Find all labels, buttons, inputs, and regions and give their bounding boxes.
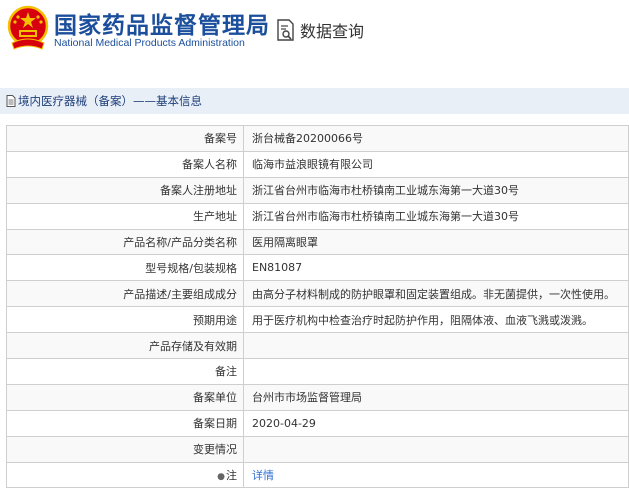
row-label-production-address: 生产地址 [6,202,244,230]
record-info-table: 备案号 浙台械备20200066号 备案人名称 临海市益浪眼镜有限公司 备案人注… [6,125,629,489]
table-row: 产品名称/产品分类名称 医用隔离眼罩 [6,228,629,256]
table-row: 产品描述/主要组成成分 由高分子材料制成的防护眼罩和固定装置组成。非无菌提供，一… [6,280,629,308]
table-row: 备案号 浙台械备20200066号 [6,125,629,152]
data-search-icon [277,19,294,41]
table-row: 备案单位 台州市市场监督管理局 [6,383,629,411]
row-label-storage-validity: 产品存储及有效期 [6,332,244,360]
note-label: 注 [226,469,237,483]
table-row: 预期用途 用于医疗机构中检查治疗时起防护作用，阻隔体液、血液飞溅或泼溅。 [6,306,629,334]
row-value-model-spec: EN81087 [243,254,629,282]
site-header: 国家药品监督管理局 National Medical Products Admi… [0,0,629,62]
table-row: 备案日期 2020-04-29 [6,409,629,437]
details-link[interactable]: 详情 [252,469,274,482]
row-label-record-date: 备案日期 [6,409,244,437]
table-row: ●注 详情 [6,461,629,489]
row-value-record-date: 2020-04-29 [243,409,629,437]
table-row: 备案人注册地址 浙江省台州市临海市杜桥镇南工业城东海第一大道30号 [6,176,629,204]
row-label-product-name: 产品名称/产品分类名称 [6,228,244,256]
data-query-label: 数据查询 [300,22,365,41]
row-label-change-history: 变更情况 [6,435,244,463]
row-value-product-name: 医用隔离眼罩 [243,228,629,256]
row-label-registrant-name: 备案人名称 [6,150,244,178]
table-row: 型号规格/包装规格 EN81087 [6,254,629,282]
row-label-model-spec: 型号规格/包装规格 [6,254,244,282]
breadcrumb-text: 境内医疗器械（备案）——基本信息 [18,94,202,108]
row-value-intended-use: 用于医疗机构中检查治疗时起防护作用，阻隔体液、血液飞溅或泼溅。 [243,306,629,334]
national-emblem-icon [7,5,49,50]
row-value-record-number: 浙台械备20200066号 [243,125,629,152]
row-value-change-history [243,435,629,463]
row-label-intended-use: 预期用途 [6,306,244,334]
row-value-storage-validity [243,332,629,360]
row-label-registrant-address: 备案人注册地址 [6,176,244,204]
row-label-note: ●注 [6,461,244,489]
table-row: 产品存储及有效期 [6,332,629,360]
row-value-registrant-address: 浙江省台州市临海市杜桥镇南工业城东海第一大道30号 [243,176,629,204]
row-label-record-unit: 备案单位 [6,383,244,411]
site-title-english: National Medical Products Administration [54,37,245,49]
row-value-remarks [243,358,629,385]
pin-icon: ● [217,472,225,483]
row-value-registrant-name: 临海市益浪眼镜有限公司 [243,150,629,178]
document-icon [6,95,16,107]
row-label-record-number: 备案号 [6,125,244,152]
data-query-link[interactable]: 数据查询 [276,18,364,42]
table-row: 生产地址 浙江省台州市临海市杜桥镇南工业城东海第一大道30号 [6,202,629,230]
row-label-product-description: 产品描述/主要组成成分 [6,280,244,308]
site-title: 国家药品监督管理局 [54,13,270,39]
row-value-production-address: 浙江省台州市临海市杜桥镇南工业城东海第一大道30号 [243,202,629,230]
row-value-note: 详情 [243,461,629,489]
table-row: 备注 [6,358,629,385]
table-row: 备案人名称 临海市益浪眼镜有限公司 [6,150,629,178]
row-value-record-unit: 台州市市场监督管理局 [243,383,629,411]
row-value-product-description: 由高分子材料制成的防护眼罩和固定装置组成。非无菌提供，一次性使用。 [243,280,629,308]
row-label-remarks: 备注 [6,358,244,385]
breadcrumb: 境内医疗器械（备案）——基本信息 [0,88,629,114]
table-row: 变更情况 [6,435,629,463]
